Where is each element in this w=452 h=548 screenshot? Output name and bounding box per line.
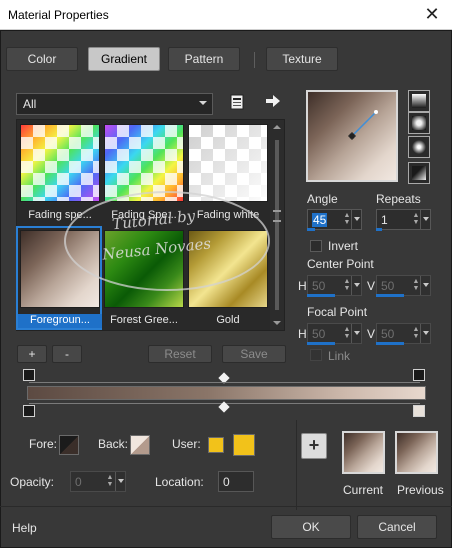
- current-swatch[interactable]: [342, 431, 385, 474]
- repeats-slider[interactable]: [376, 228, 382, 231]
- rectangular-gradient-icon[interactable]: [408, 112, 430, 134]
- ok-button[interactable]: OK: [271, 515, 351, 539]
- category-dropdown[interactable]: All: [16, 93, 213, 115]
- sunburst-gradient-icon[interactable]: [408, 136, 430, 158]
- angle-label: Angle: [307, 192, 338, 206]
- center-h-label: H: [298, 279, 307, 293]
- fading-white-overlay: [189, 125, 267, 201]
- gallery-scrollbar[interactable]: [270, 120, 284, 330]
- center-h-field[interactable]: 50 ▲ ▼: [307, 275, 362, 296]
- focal-v-dropdown-icon[interactable]: [420, 324, 431, 343]
- opacity-field[interactable]: 0 ▲ ▼: [70, 471, 126, 492]
- repeats-dropdown-icon[interactable]: [420, 210, 431, 229]
- location-value[interactable]: 0: [223, 475, 230, 489]
- help-link[interactable]: Help: [12, 521, 37, 535]
- focal-v-label: V: [367, 327, 376, 341]
- back-label: Back:: [98, 437, 129, 451]
- back-swatch[interactable]: [130, 435, 150, 455]
- category-dropdown-value: All: [23, 97, 37, 111]
- previous-swatch[interactable]: [395, 431, 438, 474]
- tab-pattern[interactable]: Pattern: [168, 47, 240, 71]
- angle-value[interactable]: 45: [312, 213, 328, 227]
- window-title: Material Properties: [8, 8, 109, 22]
- link-label: Link: [328, 349, 351, 363]
- user-label: User:: [172, 437, 201, 451]
- repeats-value[interactable]: 1: [381, 213, 388, 227]
- current-label: Current: [343, 483, 384, 497]
- opacity-stepper-icon[interactable]: ▲ ▼: [105, 474, 115, 489]
- radial-gradient-icon[interactable]: [408, 162, 430, 184]
- footer-divider: [0, 506, 452, 507]
- tab-separator: [254, 52, 255, 68]
- center-h-dropdown-icon[interactable]: [351, 276, 362, 295]
- focal-v-slider[interactable]: [376, 342, 404, 345]
- opacity-label: Opacity:: [10, 475, 55, 489]
- focal-point-label: Focal Point: [307, 305, 368, 319]
- focal-h-field[interactable]: 50 ▲ ▼: [307, 323, 362, 344]
- fore-swatch[interactable]: [59, 435, 79, 455]
- repeats-label: Repeats: [376, 192, 421, 206]
- save-button[interactable]: Save: [222, 345, 286, 363]
- scroll-down-icon[interactable]: [273, 321, 281, 325]
- focal-h-slider[interactable]: [307, 342, 335, 345]
- user-swatch[interactable]: [233, 434, 255, 456]
- cancel-button[interactable]: Cancel: [357, 515, 437, 539]
- opacity-dropdown-icon[interactable]: [115, 472, 126, 491]
- invert-checkbox[interactable]: [310, 240, 322, 252]
- opacity-stop-start[interactable]: [23, 369, 35, 381]
- scroll-grip[interactable]: [273, 210, 281, 222]
- gradient-preview[interactable]: [306, 90, 398, 182]
- reset-button[interactable]: Reset: [148, 345, 212, 363]
- center-h-slider[interactable]: [307, 294, 335, 297]
- focal-h-value[interactable]: 50: [312, 327, 325, 341]
- linear-gradient-icon[interactable]: [408, 90, 430, 112]
- scroll-up-icon[interactable]: [273, 125, 281, 129]
- center-h-value[interactable]: 50: [312, 279, 325, 293]
- location-field[interactable]: 0: [218, 471, 254, 492]
- gradient-caption-selected[interactable]: Foregroun...: [18, 314, 102, 328]
- remove-gradient-button[interactable]: -: [52, 345, 82, 363]
- gradient-thumb-fading-spectrum-1[interactable]: [20, 124, 100, 202]
- angle-dropdown-icon[interactable]: [351, 210, 362, 229]
- invert-label: Invert: [328, 239, 359, 253]
- repeats-field[interactable]: 1 ▲ ▼: [376, 209, 431, 230]
- opacity-track: [29, 382, 420, 383]
- close-icon[interactable]: ✕: [420, 3, 444, 25]
- link-checkbox[interactable]: [310, 349, 322, 361]
- vertical-divider: [296, 420, 297, 510]
- center-v-field[interactable]: 50 ▲ ▼: [376, 275, 431, 296]
- title-bar: Material Properties ✕: [0, 0, 452, 30]
- gradient-caption[interactable]: Forest Gree...: [102, 314, 186, 328]
- user-swatch-small[interactable]: [208, 437, 224, 453]
- focal-h-dropdown-icon[interactable]: [351, 324, 362, 343]
- opacity-value[interactable]: 0: [75, 475, 82, 489]
- add-gradient-button[interactable]: +: [17, 345, 47, 363]
- center-v-dropdown-icon[interactable]: [420, 276, 431, 295]
- angle-field[interactable]: 45 ▲ ▼: [307, 209, 362, 230]
- chevron-down-icon: [199, 101, 207, 105]
- focal-h-label: H: [298, 327, 307, 341]
- color-stop-start[interactable]: [23, 405, 35, 417]
- center-point-label: Center Point: [307, 257, 374, 271]
- color-stop-end[interactable]: [413, 405, 425, 417]
- page-icon[interactable]: [229, 94, 245, 110]
- plus-icon[interactable]: +: [301, 433, 327, 459]
- center-v-value[interactable]: 50: [381, 279, 394, 293]
- angle-slider[interactable]: [307, 228, 315, 231]
- tab-gradient[interactable]: Gradient: [88, 47, 160, 71]
- gradient-bar[interactable]: [27, 386, 426, 400]
- previous-label: Previous: [397, 483, 444, 497]
- focal-v-field[interactable]: 50 ▲ ▼: [376, 323, 431, 344]
- center-v-label: V: [367, 279, 376, 293]
- scroll-thumb[interactable]: [275, 140, 279, 310]
- location-label: Location:: [155, 475, 204, 489]
- center-v-slider[interactable]: [376, 294, 404, 297]
- tab-color[interactable]: Color: [6, 47, 78, 71]
- focal-v-value[interactable]: 50: [381, 327, 394, 341]
- fore-label: Fore:: [29, 437, 58, 451]
- gradient-caption[interactable]: Gold: [186, 314, 270, 328]
- tab-texture[interactable]: Texture: [266, 47, 338, 71]
- opacity-stop-end[interactable]: [413, 369, 425, 381]
- arrow-right-icon[interactable]: [265, 93, 281, 109]
